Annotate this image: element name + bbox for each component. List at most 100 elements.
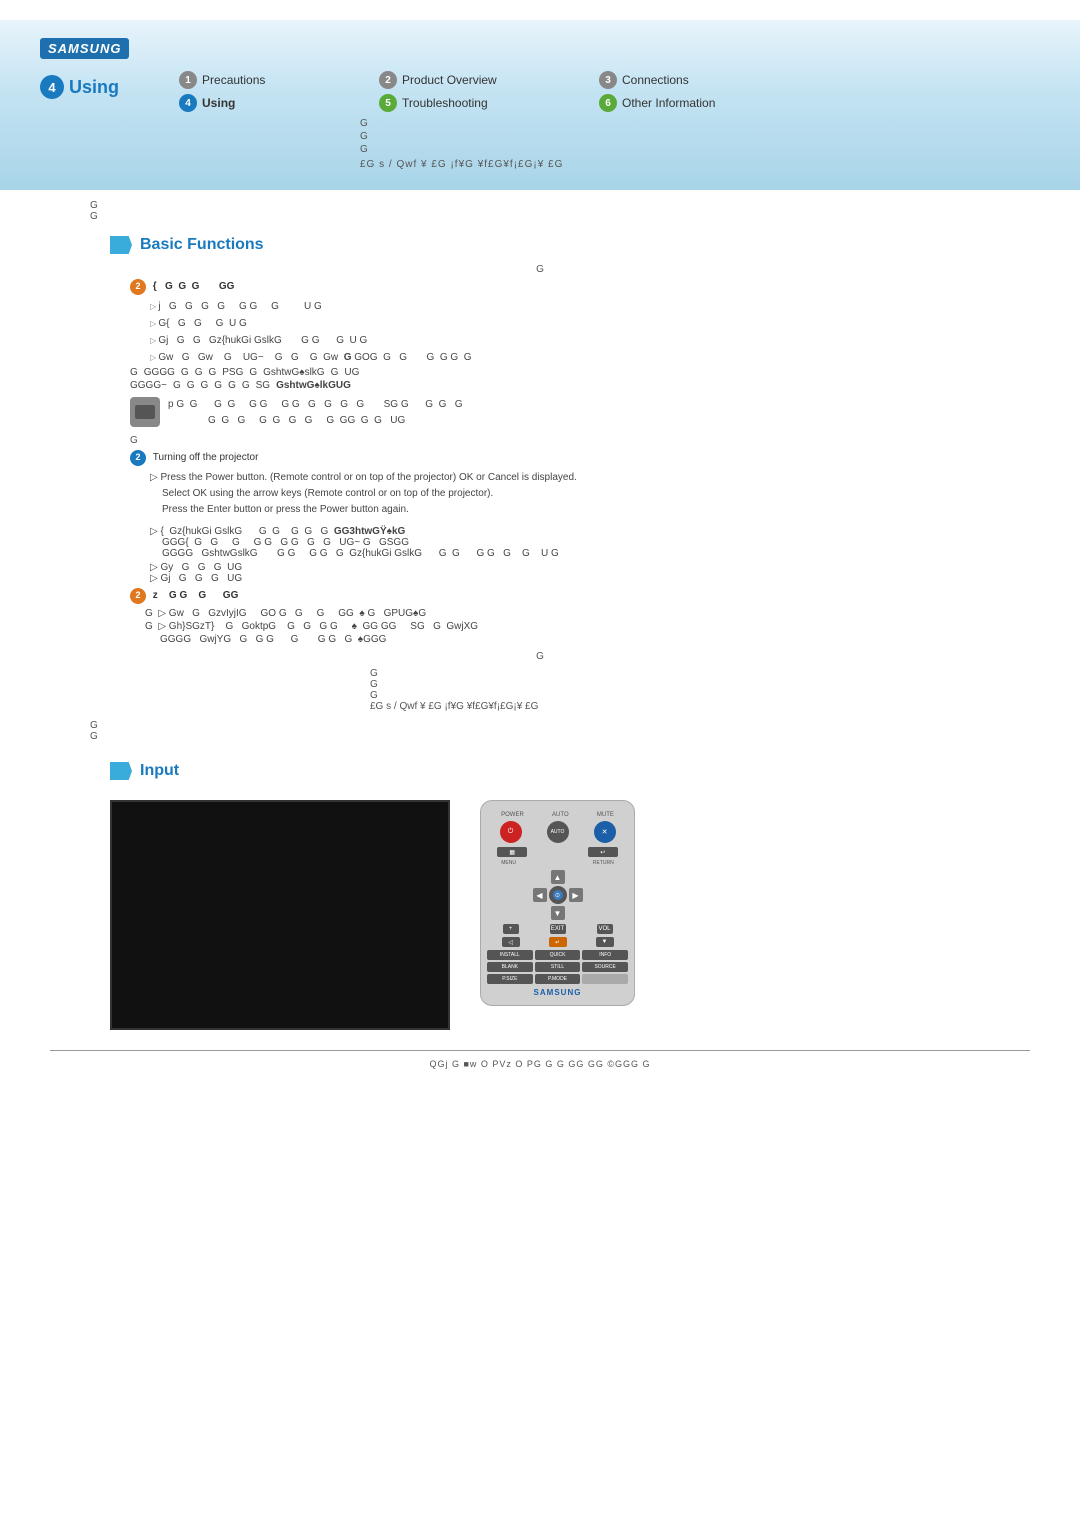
g-row-z2: G ▷ Gh}SGzT} G GoktpG G G G G ♠ GG GG SG…	[145, 621, 1030, 632]
g-lines-bottom: G G G £G s / Qwf ¥ £G ¡f¥G ¥f£G¥f¡£G¡¥ £…	[370, 668, 1030, 712]
remote-btn-row2: ▦ ↩	[487, 847, 628, 857]
bottom-btn-grid: INSTALL QUICK INFO BLANK STILL SOURCE P.…	[487, 950, 628, 984]
instructions-block: ▷ Press the Power button. (Remote contro…	[150, 470, 1030, 518]
info-button[interactable]: INFO	[582, 950, 628, 960]
g-center-2: G	[50, 651, 1030, 662]
section-icon-input	[110, 762, 132, 780]
image-caption: p G G G G G G G G G G G G SG G G G G G G…	[168, 397, 463, 429]
return-label: RETURN	[593, 860, 614, 866]
remote-top-row: POWER AUTO MUTE	[487, 812, 628, 818]
empty-button	[582, 974, 628, 984]
down2-button[interactable]: ▼	[596, 937, 614, 947]
top-g-1: G	[90, 200, 1030, 211]
power-button[interactable]: ⏻	[500, 821, 522, 843]
g-line-1: G	[360, 118, 1040, 129]
dpad: ▲ ▼ ◀ ▶ ⊙	[533, 870, 583, 920]
instruction-1: ▷ Press the Power button. (Remote contro…	[150, 470, 1030, 486]
header: SAMSUNG 4 Using 1 Precautions 2 Product	[0, 20, 1080, 190]
remote-control: POWER AUTO MUTE ⏻ AUTO ✕ ▦ ↩	[480, 800, 640, 1006]
g-row-2: GGGG~GGGGGGSGGshtwG♠lkGUG	[130, 380, 1030, 391]
sub-item-gcurly: G{ G G G U G	[150, 316, 1030, 331]
quick-button[interactable]: QUICK	[535, 950, 581, 960]
projector-screen	[110, 800, 450, 1030]
section-icon-basic	[110, 236, 132, 254]
g-block-2: ▷ { Gz{hukGi GslkG G G G G G GG3htwGŸ♠kG…	[150, 526, 1030, 559]
nav-item-precautions[interactable]: 1 Precautions	[179, 71, 379, 89]
nav-num-4: 4	[40, 75, 64, 99]
g-row-z1: G ▷ Gw G GzvIyjIG GO G G G GG ♠ G GPUG♠G	[145, 608, 1030, 619]
image-area: POWER AUTO MUTE ⏻ AUTO ✕ ▦ ↩	[110, 800, 970, 1030]
g-line-2: G	[360, 131, 1040, 142]
num-circle-z: 2	[130, 588, 146, 604]
g-block-3: ▷ Gy G G G UG ▷ Gj G G G UG	[150, 562, 1030, 584]
mute-button[interactable]: ✕	[594, 821, 616, 843]
menu-button[interactable]: ▦	[497, 847, 527, 857]
back-button[interactable]: ◁	[502, 937, 520, 947]
section-title-basic: Basic Functions	[140, 236, 264, 254]
nav-item-using-active[interactable]: 4 Using	[40, 75, 119, 99]
vol-button[interactable]: VOL	[597, 924, 613, 934]
menu-label: MENU	[501, 860, 516, 866]
bottom-g-1: G	[90, 720, 1030, 731]
sub-item-j: j G G G G G G G U G	[150, 299, 1030, 314]
basic-functions-heading: Basic Functions	[110, 236, 1030, 254]
source-button[interactable]: SOURCE	[582, 962, 628, 972]
return-button[interactable]: ↩	[588, 847, 618, 857]
image-row: p G G G G G G G G G G G G SG G G G G G G…	[130, 397, 1030, 429]
g-row-z3: GGGG GwjYG G G G G G G G ♠GGG	[160, 634, 1030, 645]
exit-button[interactable]: EXIT	[550, 924, 566, 934]
turning-off-item: 2 Turning off the projector	[130, 450, 1030, 466]
bottom-g-2: G	[90, 731, 1030, 742]
auto-label: AUTO	[552, 812, 569, 818]
mute-label: MUTE	[597, 812, 614, 818]
g-line-3: G	[360, 144, 1040, 155]
sub-item-gw: Gw G Gw G UG~ G G G Gw G GOG G G G G G G	[150, 350, 1030, 365]
input-heading: Input	[110, 762, 1030, 780]
g-row-1: GGGGGGGGPSGGGshtwG♠slkGGUG	[130, 367, 1030, 378]
num-circle-turning: 2	[130, 450, 146, 466]
nav-item-troubleshooting[interactable]: 5 Troubleshooting	[379, 94, 599, 112]
dpad-center[interactable]: ⊙	[549, 886, 567, 904]
still-button[interactable]: STILL	[535, 962, 581, 972]
pmode-button[interactable]: P.MODE	[535, 974, 581, 984]
nav-num-3: 3	[599, 71, 617, 89]
footer-bar: QGj G ■w O PVz O PG G G GG GG ©GGG G	[50, 1050, 1030, 1077]
psize-button[interactable]: P.SIZE	[487, 974, 533, 984]
auto-button[interactable]: AUTO	[547, 821, 569, 843]
nav-num-5: 5	[379, 94, 397, 112]
plus-button[interactable]: +	[503, 924, 519, 934]
vol-row: + EXIT VOL	[487, 924, 628, 934]
top-g-2: G	[90, 211, 1030, 222]
nav-num-2: 2	[379, 71, 397, 89]
nav-item-product-overview[interactable]: 2 Product Overview	[379, 71, 599, 89]
nav-num-6: 6	[599, 94, 617, 112]
dpad-down[interactable]: ▼	[551, 906, 565, 920]
dpad-up[interactable]: ▲	[551, 870, 565, 884]
g-center: G	[50, 264, 1030, 275]
remote-brand-label: SAMSUNG	[487, 988, 628, 997]
remote-body: POWER AUTO MUTE ⏻ AUTO ✕ ▦ ↩	[480, 800, 635, 1006]
nav-item-other-info[interactable]: 6 Other Information	[599, 94, 799, 112]
middle-btn-row: ◁ ↵ ▼	[487, 937, 628, 947]
enter-button[interactable]: ↵	[549, 937, 567, 947]
nav-num-4b: 4	[179, 94, 197, 112]
instruction-2: Select OK using the arrow keys (Remote c…	[162, 486, 1030, 502]
remote-btn-row1: ⏻ AUTO ✕	[487, 821, 628, 843]
dpad-right[interactable]: ▶	[569, 888, 583, 902]
nav-item-using-sub[interactable]: 4 Using	[179, 94, 379, 112]
content-area: G G Basic Functions G 2 { G G G GG j G G…	[0, 190, 1080, 1097]
section-title-input: Input	[140, 762, 179, 780]
install-button[interactable]: INSTALL	[487, 950, 533, 960]
breadcrumb: £G s / Qwf ¥ £G ¡f¥G ¥f£G¥f¡£G¡¥ £G	[360, 159, 1040, 170]
menu-return-labels: MENU RETURN	[487, 860, 628, 866]
footer-text: QGj G ■w O PVz O PG G G GG GG ©GGG G	[429, 1059, 650, 1069]
num-circle-2: 2	[130, 279, 146, 295]
samsung-logo: SAMSUNG	[40, 38, 129, 59]
blank-button[interactable]: BLANK	[487, 962, 533, 972]
dpad-left[interactable]: ◀	[533, 888, 547, 902]
power-label: POWER	[501, 812, 524, 818]
nav-num-1: 1	[179, 71, 197, 89]
nav-item-connections[interactable]: 3 Connections	[599, 71, 799, 89]
instruction-3: Press the Enter button or press the Powe…	[162, 502, 1030, 518]
item-row-z: 2 z G G G GG	[130, 588, 1030, 604]
